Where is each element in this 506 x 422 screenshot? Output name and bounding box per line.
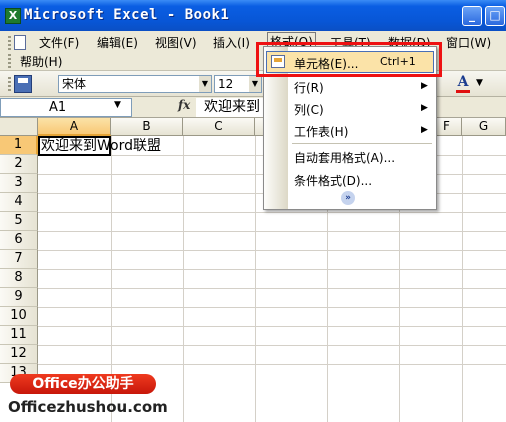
minimize-button[interactable]: _ [462,6,482,26]
chevron-down-icon[interactable]: ▼ [199,76,211,92]
menu-file[interactable]: 文件(F) [39,34,79,51]
grid-line [38,269,506,270]
column-header-c[interactable]: C [183,118,255,136]
save-icon[interactable] [14,75,32,93]
row-header-4[interactable]: 4 [0,193,38,212]
menubar-grip-2[interactable] [8,54,11,68]
menu-item-sheet[interactable]: 工作表(H) [294,123,348,140]
menu-item-row[interactable]: 行(R) [294,79,324,96]
column-header-a[interactable]: A [38,118,111,136]
menu-help[interactable]: 帮助(H) [20,53,62,70]
menu-edit[interactable]: 编辑(E) [97,34,138,51]
grid-line [38,345,506,346]
row-header-6[interactable]: 6 [0,231,38,250]
row-header-1[interactable]: 1 [0,136,38,155]
row-header-9[interactable]: 9 [0,288,38,307]
grid-line [38,326,506,327]
maximize-button[interactable]: □ [485,6,505,26]
font-color-swatch [456,90,470,93]
window-title: Microsoft Excel - Book1 [24,7,230,23]
excel-icon[interactable]: X [5,8,21,24]
row-header-12[interactable]: 12 [0,345,38,364]
workbook-icon[interactable] [14,35,26,50]
font-size-select[interactable]: 12 ▼ [214,75,262,93]
chevron-down-icon[interactable]: ▼ [114,100,121,110]
toolbar-grip[interactable] [8,77,11,91]
row-header-2[interactable]: 2 [0,155,38,174]
annotation-highlight-box [256,42,442,77]
title-bar: X Microsoft Excel - Book1 _ □ [0,0,506,31]
submenu-arrow-icon: ▶ [421,81,428,91]
cell-a1-text: 欢迎来到Word联盟 [41,138,161,154]
grid-line [38,364,506,365]
grid-line [255,136,256,422]
row-header-11[interactable]: 11 [0,326,38,345]
font-color-label: A [457,74,469,90]
row-header-7[interactable]: 7 [0,250,38,269]
menu-insert[interactable]: 插入(I) [213,34,250,51]
submenu-arrow-icon: ▶ [421,125,428,135]
row-header-8[interactable]: 8 [0,269,38,288]
grid-line [38,212,506,213]
watermark-badge: Office办公助手 [10,374,156,394]
menubar-grip[interactable] [8,36,11,50]
select-all-corner[interactable] [0,118,38,136]
menu-item-column[interactable]: 列(C) [294,101,324,118]
menu-item-autoformat[interactable]: 自动套用格式(A)... [294,149,395,166]
chevron-down-icon[interactable]: ▼ [476,78,483,88]
grid-line [38,250,506,251]
insert-function-icon[interactable]: fx [178,98,190,112]
column-header-b[interactable]: B [111,118,183,136]
menu-view[interactable]: 视图(V) [155,34,197,51]
row-header-3[interactable]: 3 [0,174,38,193]
column-header-g[interactable]: G [462,118,506,136]
row-header-5[interactable]: 5 [0,212,38,231]
grid-line [38,288,506,289]
menu-item-conditional-format[interactable]: 条件格式(D)... [294,172,372,189]
menu-window[interactable]: 窗口(W) [446,34,491,51]
row-header-10[interactable]: 10 [0,307,38,326]
grid-line [38,307,506,308]
watermark-url: Officezhushou.com [8,398,168,416]
expand-menu-icon[interactable]: » [341,191,355,205]
font-name-value: 宋体 [62,77,87,91]
grid-line [38,231,506,232]
name-box[interactable]: A1 [0,98,132,117]
grid-line [462,136,463,422]
font-name-select[interactable]: 宋体 ▼ [58,75,212,93]
grid-line [183,136,184,422]
font-size-value: 12 [218,77,234,91]
submenu-arrow-icon: ▶ [421,103,428,113]
menu-separator [292,143,432,144]
chevron-down-icon[interactable]: ▼ [249,76,261,92]
font-color-button[interactable]: A [452,74,474,94]
